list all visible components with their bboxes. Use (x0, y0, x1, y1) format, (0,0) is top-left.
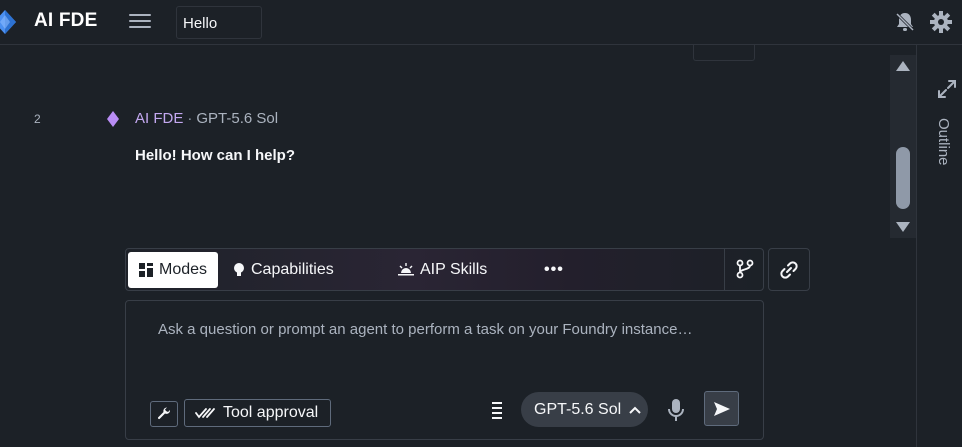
previous-message-edge (693, 45, 755, 61)
message-sender: AI FDE · GPT-5.6 Sol (135, 110, 278, 127)
scroll-thumb[interactable] (896, 147, 910, 209)
lightbulb-icon (234, 263, 244, 276)
outline-tab[interactable]: Outline (935, 118, 952, 166)
sunrise-icon (398, 263, 414, 276)
scroll-up-arrow-icon[interactable] (895, 60, 911, 72)
wrench-button[interactable] (150, 401, 178, 427)
logo-icon (0, 10, 16, 34)
aip-skills-label: AIP Skills (420, 261, 488, 278)
link-icon (780, 261, 798, 279)
app-title: AI FDE (34, 10, 98, 31)
wrench-icon (157, 407, 171, 420)
tab-title[interactable]: Hello (176, 6, 262, 39)
toolbar-divider (724, 249, 725, 290)
model-selector-label: GPT-5.6 Sol (534, 400, 622, 418)
link-button[interactable] (768, 248, 810, 291)
gear-icon[interactable] (930, 11, 952, 33)
send-icon (713, 401, 730, 416)
send-button[interactable] (704, 391, 739, 426)
modes-button[interactable]: Modes (128, 252, 218, 288)
sender-name: AI FDE (135, 110, 184, 127)
git-branch-icon[interactable] (734, 258, 756, 280)
capabilities-label: Capabilities (251, 261, 334, 278)
list-icon[interactable] (488, 401, 506, 421)
line-number: 2 (34, 112, 41, 126)
assistant-message: Hello! How can I help? (135, 147, 296, 164)
expand-icon[interactable] (936, 78, 958, 100)
sender-model: GPT-5.6 Sol (196, 110, 279, 127)
model-selector[interactable]: GPT-5.6 Sol (521, 392, 648, 427)
notification-bell-icon[interactable] (894, 11, 916, 33)
prompt-input[interactable] (158, 317, 748, 341)
scrollbar[interactable] (890, 55, 916, 238)
microphone-icon[interactable] (666, 398, 686, 422)
ai-diamond-icon (107, 111, 119, 127)
top-bar: AI FDE Hello (0, 0, 962, 45)
right-outline-panel: Outline (916, 45, 962, 447)
aip-skills-button[interactable]: AIP Skills (398, 252, 487, 288)
more-options-button[interactable]: ••• (544, 252, 564, 288)
modes-label: Modes (159, 261, 208, 278)
double-check-icon (195, 408, 215, 419)
tool-approval-label: Tool approval (223, 404, 319, 421)
app-root: AI FDE Hello 2 AI FDE · GPT-5.6 Sol Hell… (0, 0, 962, 447)
sender-separator: · (187, 110, 193, 127)
tool-approval-button[interactable]: Tool approval (184, 399, 331, 427)
prompt-box: Tool approval GPT-5.6 Sol (125, 300, 764, 440)
scroll-down-arrow-icon[interactable] (895, 221, 911, 233)
composer-toolbar: Modes Capabilities AIP Skills ••• (125, 248, 764, 291)
capabilities-button[interactable]: Capabilities (233, 252, 334, 288)
menu-icon[interactable] (129, 11, 151, 33)
chevron-up-icon (629, 406, 641, 414)
grid-icon (139, 263, 153, 277)
